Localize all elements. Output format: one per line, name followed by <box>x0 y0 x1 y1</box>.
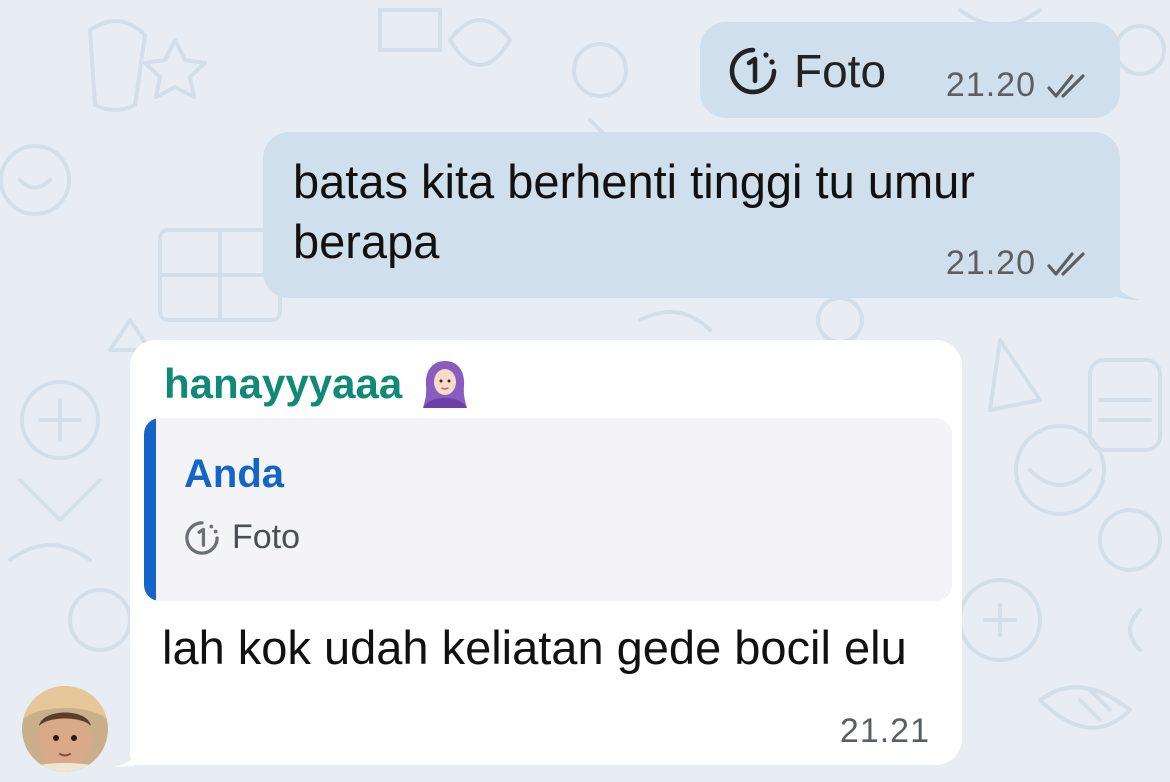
message-time: 21.20 <box>945 66 1036 104</box>
avatar-photo <box>22 686 108 772</box>
view-once-photo[interactable]: Foto <box>728 44 886 98</box>
bubble-tail <box>114 735 146 767</box>
incoming-reply-bubble[interactable]: hanayyyaaa Anda Foto lah kok udah keliat… <box>130 340 962 765</box>
photo-label: Foto <box>794 45 887 97</box>
message-text: lah kok udah keliatan gede bocil elu <box>162 621 907 674</box>
message-meta: 21.20 <box>946 244 1090 283</box>
quoted-author: Anda <box>184 452 284 496</box>
quoted-photo: Foto <box>184 518 300 557</box>
avatar[interactable] <box>22 686 108 772</box>
message-time: 21.21 <box>839 712 930 750</box>
message-meta: 21.21 <box>840 712 930 751</box>
sender-header[interactable]: hanayyyaaa <box>164 358 470 410</box>
double-check-icon <box>1047 73 1085 98</box>
quoted-message[interactable]: Anda Foto <box>144 418 952 601</box>
quote-accent-bar <box>144 418 156 601</box>
message-time: 21.20 <box>945 244 1036 282</box>
message-meta: 21.20 <box>946 66 1090 105</box>
outgoing-text-bubble[interactable]: batas kita berhenti tinggi tu umur berap… <box>263 132 1120 298</box>
double-check-icon <box>1047 251 1085 276</box>
bubble-tail <box>1110 270 1140 300</box>
quoted-photo-label: Foto <box>232 518 301 556</box>
view-once-icon <box>185 520 219 555</box>
sender-name[interactable]: hanayyyaaa <box>164 360 402 408</box>
woman-with-headscarf-icon <box>423 361 468 408</box>
view-once-icon <box>729 47 777 95</box>
outgoing-photo-bubble[interactable]: Foto 21.20 <box>700 22 1120 118</box>
